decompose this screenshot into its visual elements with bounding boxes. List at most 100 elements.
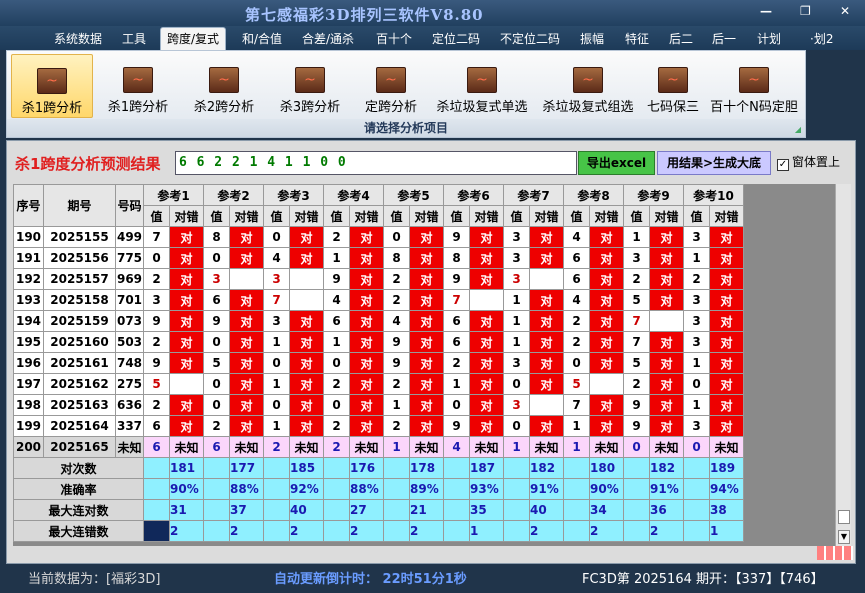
menu-item-hundreds-tens-units[interactable]: 百十个	[376, 30, 412, 47]
restore-button[interactable]: ❐	[800, 4, 811, 18]
stats-spacer	[263, 457, 290, 479]
row-value: 1	[563, 415, 590, 437]
table-row[interactable]: 198 2025163 636 2 对 0 对 0 对 0 对 1 对 0 对 3 7 对 9 对 1 对	[13, 394, 744, 416]
menu-item-nonposition-two[interactable]: 不定位二码	[500, 30, 560, 47]
row-value: 6	[143, 415, 170, 437]
column-header-ref: 参考9	[623, 184, 684, 206]
row-value: 2	[143, 394, 170, 416]
row-miss	[529, 268, 564, 290]
stats-label: 最大连对数	[13, 499, 144, 521]
chart-icon: ~	[658, 67, 688, 93]
minimize-button[interactable]: —	[760, 4, 772, 18]
stats-spacer	[503, 478, 530, 500]
column-header-hit: 对错	[409, 205, 444, 227]
table-row-pending[interactable]: 200 2025165 未知 6 未知 6 未知 2 未知 2 未知 1 未知 4 未知 1 未知 1 未知 0 未知 0…	[13, 436, 744, 458]
ribbon-button-seven-three[interactable]: ~ 七码保三	[643, 54, 703, 118]
stats-spacer	[503, 499, 530, 521]
stats-spacer	[443, 520, 470, 542]
row-hit: 对	[709, 289, 744, 311]
stats-spacer	[503, 520, 530, 542]
stats-spacer	[563, 499, 590, 521]
menu-item-tools[interactable]: 工具	[122, 30, 146, 47]
table-row[interactable]: 199 2025164 337 6 对 2 对 1 对 2 对 2 对 9 对 0 对 1 对 9 对 3 对	[13, 415, 744, 437]
ribbon-button-fixed-span[interactable]: ~ 定跨分析	[355, 54, 427, 118]
stats-value: 185	[289, 457, 324, 479]
table-row[interactable]: 194 2025159 073 9 对 9 对 3 对 6 对 4 对 6 对 1 对 2 对 7 3 对	[13, 310, 744, 332]
row-value: 6	[203, 289, 230, 311]
row-code: 969	[115, 268, 144, 290]
column-header-ref: 参考2	[203, 184, 264, 206]
row-code: 337	[115, 415, 144, 437]
ribbon-button-kill2-span[interactable]: ~ 杀2跨分析	[183, 54, 265, 118]
status-bar: 当前数据为：[福彩3D] 自动更新倒计时： 22时51分1秒 FC3D第 202…	[0, 566, 865, 593]
menu-item-features[interactable]: 特征	[625, 30, 649, 47]
table-row[interactable]: 196 2025161 748 9 对 5 对 0 对 0 对 9 对 2 对 3 对 0 对 5 对 1 对	[13, 352, 744, 374]
menu-item-system-data[interactable]: 系统数据	[54, 30, 102, 47]
row-value: 5	[623, 352, 650, 374]
chart-icon: ~	[573, 67, 603, 93]
ribbon-button-kill3-span[interactable]: ~ 杀3跨分析	[269, 54, 351, 118]
menu-item-plan2[interactable]: ·划2	[810, 30, 833, 47]
chart-icon: ~	[295, 67, 325, 93]
table-row[interactable]: 190 2025155 499 7 对 8 对 0 对 2 对 0 对 9 对 3 对 4 对 1 对 3 对	[13, 226, 744, 248]
ribbon-button-n-code[interactable]: ~ 百十个N码定胆	[707, 54, 801, 118]
row-value: 8	[383, 247, 410, 269]
generate-base-button[interactable]: 用结果>生成大底	[657, 151, 771, 175]
table-row[interactable]: 193 2025158 701 3 对 6 对 7 4 对 2 对 7 1 对 4 对 5 对 3 对	[13, 289, 744, 311]
table-header-row: 序号 期号 号码 参考1 参考2 参考3 参考4 参考5 参考6 参考7 参考8 参考9 参考10	[13, 184, 744, 227]
row-miss	[529, 394, 564, 416]
table-row[interactable]: 191 2025156 775 0 对 0 对 4 对 1 对 8 对 8 对 3 对 6 对 3 对 1 对	[13, 247, 744, 269]
row-hit: 对	[469, 373, 504, 395]
row-value: 6	[563, 247, 590, 269]
menu-item-position-two[interactable]: 定位二码	[432, 30, 480, 47]
export-excel-button[interactable]: 导出excel	[578, 151, 655, 175]
row-value: 0	[383, 226, 410, 248]
menu-item-sum[interactable]: 和/合值	[242, 30, 282, 47]
close-button[interactable]: ✕	[840, 4, 850, 18]
stats-spacer	[323, 478, 350, 500]
stats-spacer	[383, 457, 410, 479]
menu-item-amplitude[interactable]: 振幅	[580, 30, 604, 47]
row-hit: 对	[589, 310, 624, 332]
row-hit: 对	[709, 394, 744, 416]
stats-value: 187	[469, 457, 504, 479]
row-miss	[229, 268, 264, 290]
row-value: 7	[563, 394, 590, 416]
menu-item-diff-kill[interactable]: 合差/通杀	[302, 30, 354, 47]
ribbon-expand-icon[interactable]: ◢	[795, 125, 801, 134]
stats-value: 177	[229, 457, 264, 479]
row-hit: 对	[709, 247, 744, 269]
vertical-scrollbar[interactable]: ▼	[835, 184, 851, 546]
ribbon-button-kill1-span-b[interactable]: ~ 杀1跨分析	[97, 54, 179, 118]
stats-spacer	[503, 457, 530, 479]
column-header-period: 期号	[43, 184, 116, 227]
row-value: 4	[443, 436, 470, 458]
column-header-ref: 参考8	[563, 184, 624, 206]
table-row[interactable]: 197 2025162 275 5 0 对 1 对 2 对 2 对 1 对 0 对 5 2 对 0 对	[13, 373, 744, 395]
menu-item-last-one[interactable]: 后一	[712, 30, 736, 47]
row-value: 3	[503, 268, 530, 290]
row-hit: 对	[529, 331, 564, 353]
menu-item-plan[interactable]: 计划	[757, 30, 781, 47]
scrollbar-thumb[interactable]	[838, 510, 850, 524]
ribbon-button-kill-junk-single[interactable]: ~ 杀垃圾复式单选	[431, 54, 533, 118]
stats-spacer	[263, 478, 290, 500]
row-value: 0	[503, 373, 530, 395]
stats-value: 2	[169, 520, 204, 542]
column-header-value: 值	[683, 205, 710, 227]
ribbon-button-kill1-span[interactable]: ~ 杀1跨分析	[11, 54, 93, 118]
row-period: 2025158	[43, 289, 116, 311]
table-row[interactable]: 195 2025160 503 2 对 0 对 1 对 1 对 9 对 6 对 1 对 2 对 7 对 3 对	[13, 331, 744, 353]
ribbon-button-kill-junk-group[interactable]: ~ 杀垃圾复式组选	[537, 54, 639, 118]
menu-item-span-compound[interactable]: 跨度/复式	[160, 27, 227, 50]
table-stats-row: 对次数 181 177 185 176 178 187 182 180 182 189	[13, 457, 744, 479]
table-row[interactable]: 192 2025157 969 2 对 3 3 9 对 2 对 9 对 3 6 对 2 对 2 对	[13, 268, 744, 290]
column-header-ref: 参考6	[443, 184, 504, 206]
result-field[interactable]: 6 6 2 2 1 4 1 1 0 0	[175, 151, 577, 175]
window-ontop-checkbox[interactable]: ✓ 窗体置上	[777, 153, 840, 171]
scroll-down-arrow[interactable]: ▼	[838, 530, 850, 544]
menu-item-last-two[interactable]: 后二	[669, 30, 693, 47]
row-code: 701	[115, 289, 144, 311]
row-hit: 对	[409, 415, 444, 437]
row-value: 0	[683, 373, 710, 395]
